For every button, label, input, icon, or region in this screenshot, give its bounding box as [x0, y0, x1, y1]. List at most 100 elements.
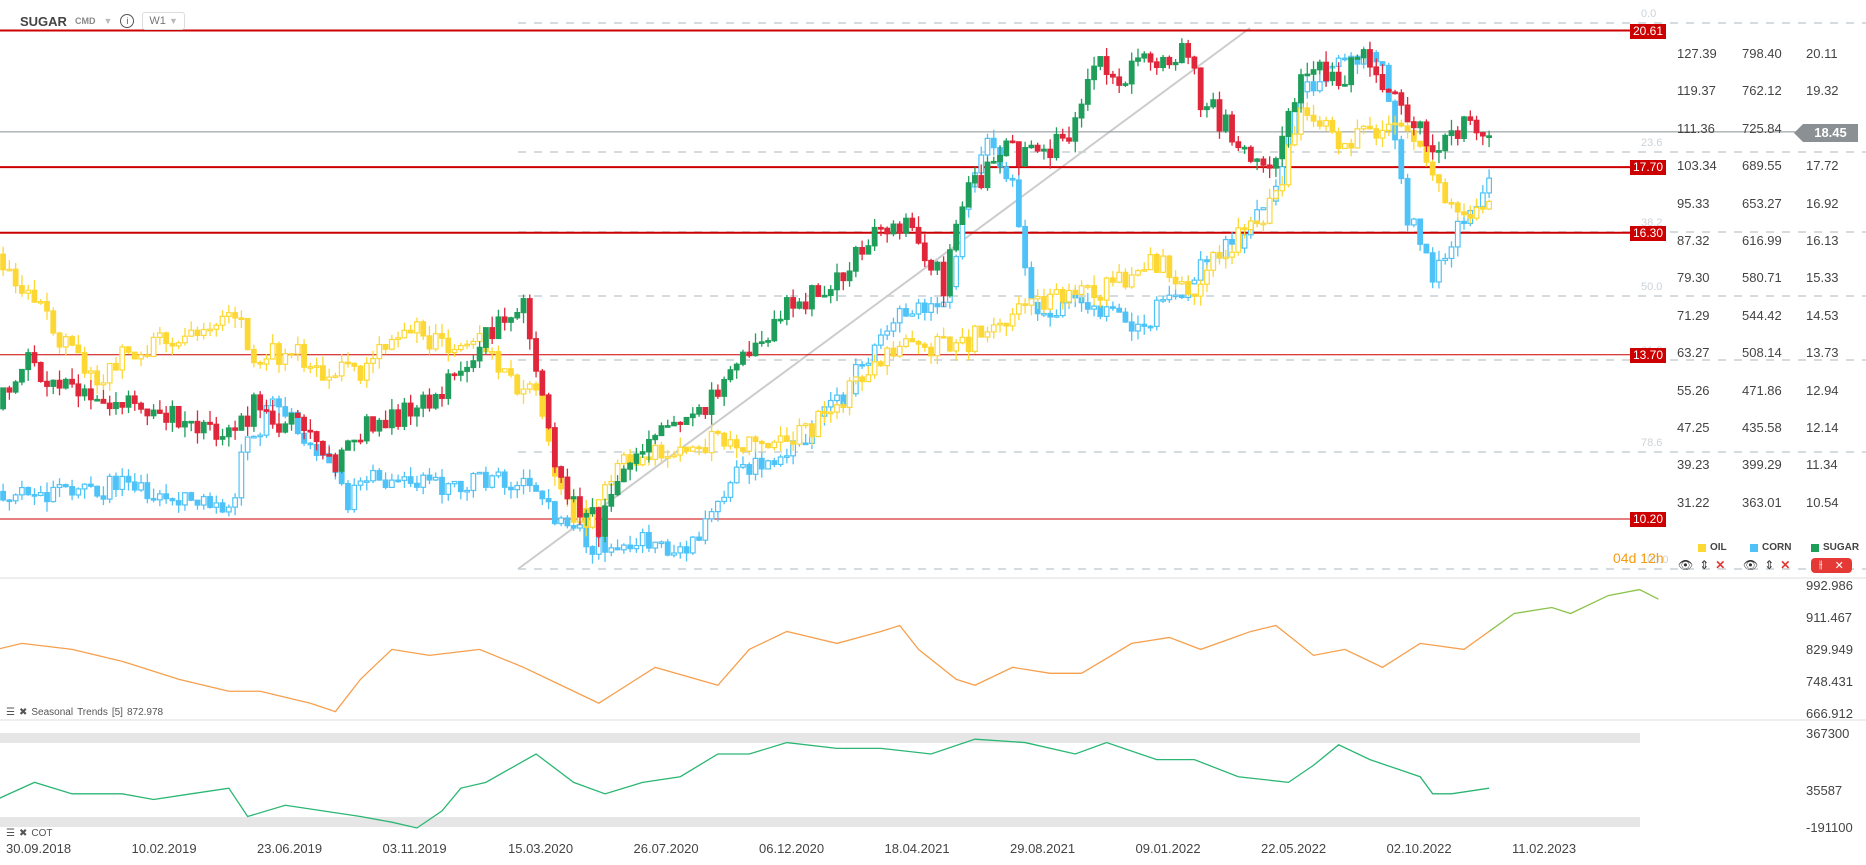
oil-candle	[263, 353, 270, 371]
reorder-icon[interactable]: ⇕	[1699, 558, 1709, 572]
candle-body	[865, 245, 872, 255]
eye-icon[interactable]: 👁	[1678, 558, 1693, 572]
sugar-candle	[959, 201, 966, 226]
reorder-icon[interactable]: ⇕	[1764, 558, 1774, 572]
candle-body	[878, 334, 884, 346]
candle-body	[1166, 56, 1173, 66]
close-icon[interactable]: ✕	[1715, 558, 1725, 572]
candle-body	[156, 332, 163, 338]
close-icon[interactable]: ✕	[1835, 559, 1844, 572]
candle-body	[12, 494, 19, 502]
candle-body	[677, 446, 684, 456]
sugar-candle	[1273, 156, 1279, 178]
candle-body	[984, 161, 991, 189]
sugar-candle	[890, 220, 897, 237]
oil-candle	[1461, 203, 1467, 218]
sugar-candle	[288, 412, 295, 431]
candle-body	[138, 402, 144, 410]
candle-body	[783, 455, 790, 458]
sugar-candle	[520, 294, 527, 324]
candlestick-icon[interactable]: ⫲	[1819, 559, 1823, 572]
candle-body	[1172, 276, 1179, 285]
sugar-candle	[514, 308, 521, 320]
candle-body	[903, 308, 909, 317]
oil-candle	[1172, 270, 1179, 290]
chevron-down-icon[interactable]: ▼	[103, 16, 112, 26]
timeframe-dropdown[interactable]: W1 ▼	[142, 12, 185, 30]
oil-candle	[338, 354, 345, 382]
candle-body	[639, 456, 646, 466]
oil-candle	[921, 341, 928, 352]
candle-body	[1260, 222, 1267, 226]
panel-settings-icon[interactable]: ☰	[6, 828, 15, 839]
candle-body	[658, 541, 665, 545]
candle-body	[658, 425, 665, 437]
candle-body	[570, 525, 577, 529]
market-dropdown[interactable]: CMD	[75, 16, 96, 26]
candle-body	[1216, 251, 1223, 259]
info-icon[interactable]: i	[120, 14, 135, 28]
oil-candle	[6, 260, 13, 272]
oil-candle	[526, 381, 533, 394]
oil-candle	[382, 343, 389, 355]
candle-body	[1335, 131, 1342, 150]
indicator-value: 872.978	[126, 707, 164, 718]
candle-body	[1135, 323, 1141, 332]
oil-candle	[1417, 140, 1424, 148]
corn-candle	[414, 475, 420, 492]
candle-body	[257, 434, 264, 438]
candle-body	[382, 343, 389, 350]
oil-candle	[1260, 220, 1267, 232]
candle-body	[432, 394, 439, 409]
sugar-candle	[1141, 51, 1148, 63]
candle-body	[1454, 220, 1461, 248]
candle-body	[1204, 259, 1210, 263]
candle-body	[1009, 140, 1016, 144]
candle-body	[1385, 123, 1392, 132]
oil-candle	[689, 445, 696, 452]
sugar-candle	[859, 240, 865, 261]
corn-candle	[614, 539, 621, 551]
candle-body	[1310, 114, 1317, 122]
candle-body	[796, 301, 803, 309]
oil-candle	[940, 327, 947, 339]
candle-body	[1128, 60, 1135, 85]
candle-body	[714, 389, 721, 397]
candle-body	[677, 546, 684, 554]
close-icon[interactable]: ✖	[19, 707, 27, 718]
sugar-candle	[395, 404, 402, 430]
candle-body	[0, 253, 7, 271]
candle-body	[19, 285, 25, 294]
candle-body	[1153, 61, 1160, 69]
candle-body	[175, 500, 182, 506]
corn-candle	[627, 535, 634, 553]
candle-body	[727, 369, 734, 381]
candle-body	[639, 451, 646, 455]
corn-candle	[733, 460, 740, 484]
candle-body	[1479, 192, 1486, 208]
corn-candle	[934, 297, 941, 314]
candle-body	[714, 500, 721, 513]
candle-body	[595, 507, 602, 537]
close-icon[interactable]: ✕	[1780, 558, 1790, 572]
corn-candle	[62, 483, 69, 488]
candle-body	[620, 544, 627, 551]
chart-type-button[interactable]: ⫲ ✕	[1811, 558, 1852, 573]
candle-body	[658, 444, 665, 459]
sugar-candle	[495, 309, 502, 340]
corn-candle	[1385, 62, 1392, 102]
sugar-candle	[727, 365, 734, 383]
oil-candle	[714, 429, 721, 436]
close-icon[interactable]: ✖	[19, 828, 27, 839]
candle-body	[1022, 146, 1029, 167]
trend-line[interactable]	[517, 27, 1251, 570]
eye-icon[interactable]: 👁	[1743, 558, 1758, 572]
corn-candle	[1448, 241, 1455, 268]
candle-body	[439, 333, 445, 339]
sugar-candle	[470, 355, 477, 373]
oil-candle	[301, 339, 307, 373]
sugar-candle	[796, 298, 803, 310]
corn-candle	[131, 473, 138, 493]
panel-settings-icon[interactable]: ☰	[6, 707, 15, 718]
chart-canvas[interactable]	[0, 0, 1866, 865]
